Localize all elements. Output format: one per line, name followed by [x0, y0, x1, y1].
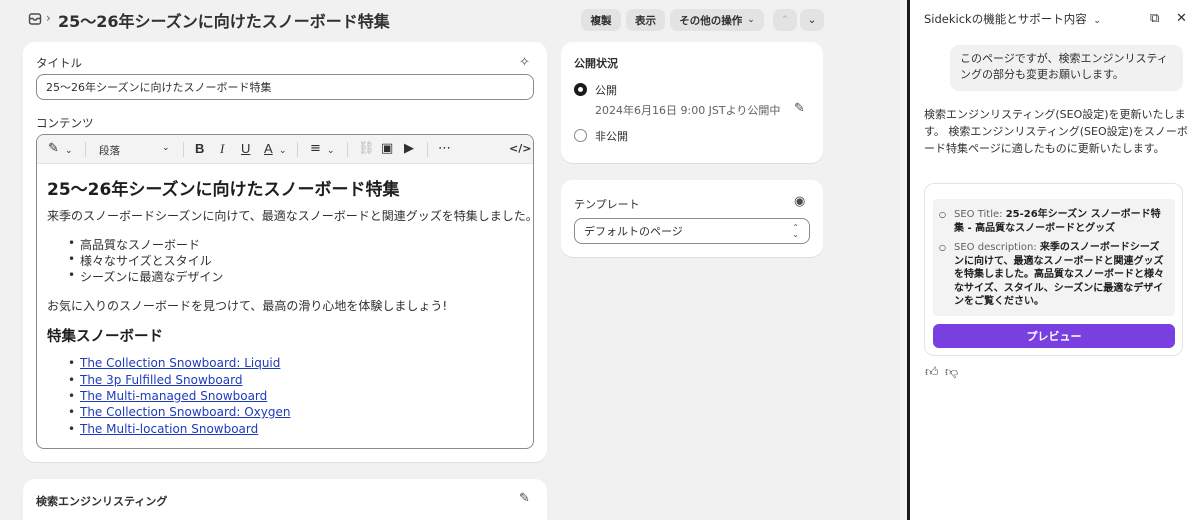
seo-suggestion-list: SEO Title: 25-26年シーズン スノーボード特集 - 高品質なスノー…: [933, 199, 1175, 316]
editor-closing: お気に入りのスノーボードを見つけて、最高の滑り心地を体験しましょう!: [47, 299, 448, 313]
title-content-card: タイトル ✧ 25〜26年シーズンに向けたスノーボード特集 コンテンツ ✎ ⌄ …: [23, 42, 547, 462]
publish-date: 2024年6月16日 9:00 JSTより公開中: [595, 104, 781, 117]
template-card: テンプレート ◉ デフォルトのページ ⌃ ⌄: [561, 180, 823, 257]
user-message: このページですが、検索エンジンリスティングの部分も変更お願いします。: [950, 45, 1183, 91]
new-chat-icon[interactable]: ⧉: [1150, 11, 1159, 26]
magic-wand-icon[interactable]: ✎: [48, 142, 59, 156]
chevron-down-icon: ⌄: [1093, 16, 1101, 26]
template-value: デフォルトのページ: [584, 225, 683, 238]
visibility-card: 公開状況 公開 2024年6月16日 9:00 JSTより公開中 ✎ 非公開: [561, 42, 823, 163]
sidekick-title[interactable]: Sidekickの機能とサポート内容 ⌄: [924, 11, 1101, 27]
rich-text-editor[interactable]: ✎ ⌄ 段落 ⌄ B I U A ⌄ ≡ ⌄ ⛓ ▣ ▶ ⋯ </> 25〜26…: [36, 134, 534, 449]
sidekick-title-text: Sidekickの機能とサポート内容: [924, 12, 1087, 26]
pages-icon[interactable]: [28, 12, 42, 26]
seo-description-key: SEO description:: [954, 242, 1037, 253]
snowboard-link[interactable]: The Collection Snowboard: Liquid: [68, 356, 280, 370]
select-arrows-icon: ⌃ ⌄: [792, 223, 799, 239]
snowboard-link[interactable]: The Multi-managed Snowboard: [68, 389, 267, 403]
visibility-title: 公開状況: [574, 57, 618, 70]
toolbar-separator: [427, 142, 428, 157]
list-item: シーズンに最適なデザイン: [68, 268, 223, 285]
text-color-icon[interactable]: A: [264, 142, 273, 156]
seo-title-key: SEO Title:: [954, 209, 1003, 220]
edit-pencil-icon[interactable]: ✎: [519, 491, 530, 506]
snowboard-link[interactable]: The Multi-location Snowboard: [68, 422, 258, 436]
toolbar-separator: [297, 142, 298, 157]
chevron-down-icon: ⌄: [807, 14, 817, 26]
content-label: コンテンツ: [36, 116, 94, 130]
video-icon[interactable]: ▶: [404, 142, 414, 156]
close-icon[interactable]: ✕: [1176, 11, 1187, 26]
next-page-button[interactable]: ⌄: [800, 9, 824, 31]
align-left-icon[interactable]: ≡: [310, 142, 321, 156]
edit-pencil-icon[interactable]: ✎: [794, 101, 805, 116]
chevron-down-icon: ⌄: [747, 15, 755, 25]
toolbar-separator: [183, 142, 184, 157]
toolbar-separator: [85, 142, 86, 157]
toolbar-separator: [347, 142, 348, 157]
chevron-down-icon[interactable]: ⌄: [162, 143, 170, 153]
editor-toolbar: ✎ ⌄ 段落 ⌄ B I U A ⌄ ≡ ⌄ ⛓ ▣ ▶ ⋯ </>: [37, 135, 533, 164]
seo-card: 検索エンジンリスティング ✎: [23, 479, 547, 520]
preview-button[interactable]: プレビュー: [933, 324, 1175, 348]
public-radio[interactable]: [574, 83, 587, 96]
chevron-down-icon[interactable]: ⌄: [65, 144, 73, 158]
template-select[interactable]: デフォルトのページ ⌃ ⌄: [574, 218, 810, 244]
code-view-icon[interactable]: </>: [509, 142, 531, 156]
snowboard-link[interactable]: The Collection Snowboard: Oxygen: [68, 405, 290, 419]
chevron-down-icon[interactable]: ⌄: [279, 144, 287, 158]
main-area: › 25〜26年シーズンに向けたスノーボード特集 複製 表示 その他の操作 ⌄ …: [0, 0, 907, 520]
seo-suggestion-box: SEO Title: 25-26年シーズン スノーボード特集 - 高品質なスノー…: [924, 183, 1183, 356]
public-label: 公開: [595, 84, 617, 97]
italic-icon[interactable]: I: [220, 142, 224, 156]
template-label: テンプレート: [574, 198, 640, 211]
private-label: 非公開: [595, 130, 628, 143]
chevron-down-icon[interactable]: ⌄: [327, 144, 335, 158]
previous-page-button[interactable]: ⌃: [773, 9, 797, 31]
breadcrumb-chevron-icon: ›: [46, 11, 51, 25]
thumbs-down-icon[interactable]: 👎︎: [945, 365, 958, 380]
duplicate-button[interactable]: 複製: [581, 9, 621, 31]
seo-label: 検索エンジンリスティング: [36, 495, 168, 508]
editor-subheading: 特集スノーボード: [47, 329, 163, 345]
list-item: 様々なサイズとスタイル: [68, 252, 212, 269]
list-item: SEO description: 来季のスノーボードシーズンに向けて、最適なスノ…: [939, 241, 1168, 309]
list-item: 高品質なスノーボード: [68, 236, 200, 253]
view-button[interactable]: 表示: [626, 9, 665, 31]
editor-heading: 25〜26年シーズンに向けたスノーボード特集: [47, 180, 400, 200]
more-actions-button[interactable]: その他の操作 ⌄: [670, 9, 764, 31]
more-options-icon[interactable]: ⋯: [438, 142, 451, 156]
bold-icon[interactable]: B: [195, 142, 204, 156]
list-item: SEO Title: 25-26年シーズン スノーボード特集 - 高品質なスノー…: [939, 208, 1168, 235]
sparkle-icon[interactable]: ✧: [519, 55, 530, 70]
chevron-up-icon: ⌃: [780, 14, 790, 26]
link-icon[interactable]: ⛓: [358, 142, 375, 156]
more-actions-label: その他の操作: [679, 14, 743, 27]
underline-icon[interactable]: U: [241, 142, 250, 156]
editor-intro: 来季のスノーボードシーズンに向けて、最適なスノーボードと関連グッズを特集しました…: [47, 209, 534, 223]
thumbs-up-icon[interactable]: 👍︎: [925, 365, 939, 380]
sidekick-panel: Sidekickの機能とサポート内容 ⌄ ⧉ ✕ このページですが、検索エンジン…: [910, 0, 1199, 520]
assistant-reply: 検索エンジンリスティング(SEO設定)を更新いたします。 検索エンジンリスティン…: [924, 108, 1188, 155]
title-label: タイトル: [36, 56, 82, 70]
image-icon[interactable]: ▣: [381, 142, 393, 156]
page-title: 25〜26年シーズンに向けたスノーボード特集: [58, 12, 390, 31]
paragraph-select[interactable]: 段落: [99, 143, 120, 158]
eye-icon[interactable]: ◉: [794, 194, 805, 209]
title-input[interactable]: 25〜26年シーズンに向けたスノーボード特集: [36, 74, 534, 100]
snowboard-link[interactable]: The 3p Fulfilled Snowboard: [68, 373, 243, 387]
private-radio[interactable]: [574, 129, 587, 142]
